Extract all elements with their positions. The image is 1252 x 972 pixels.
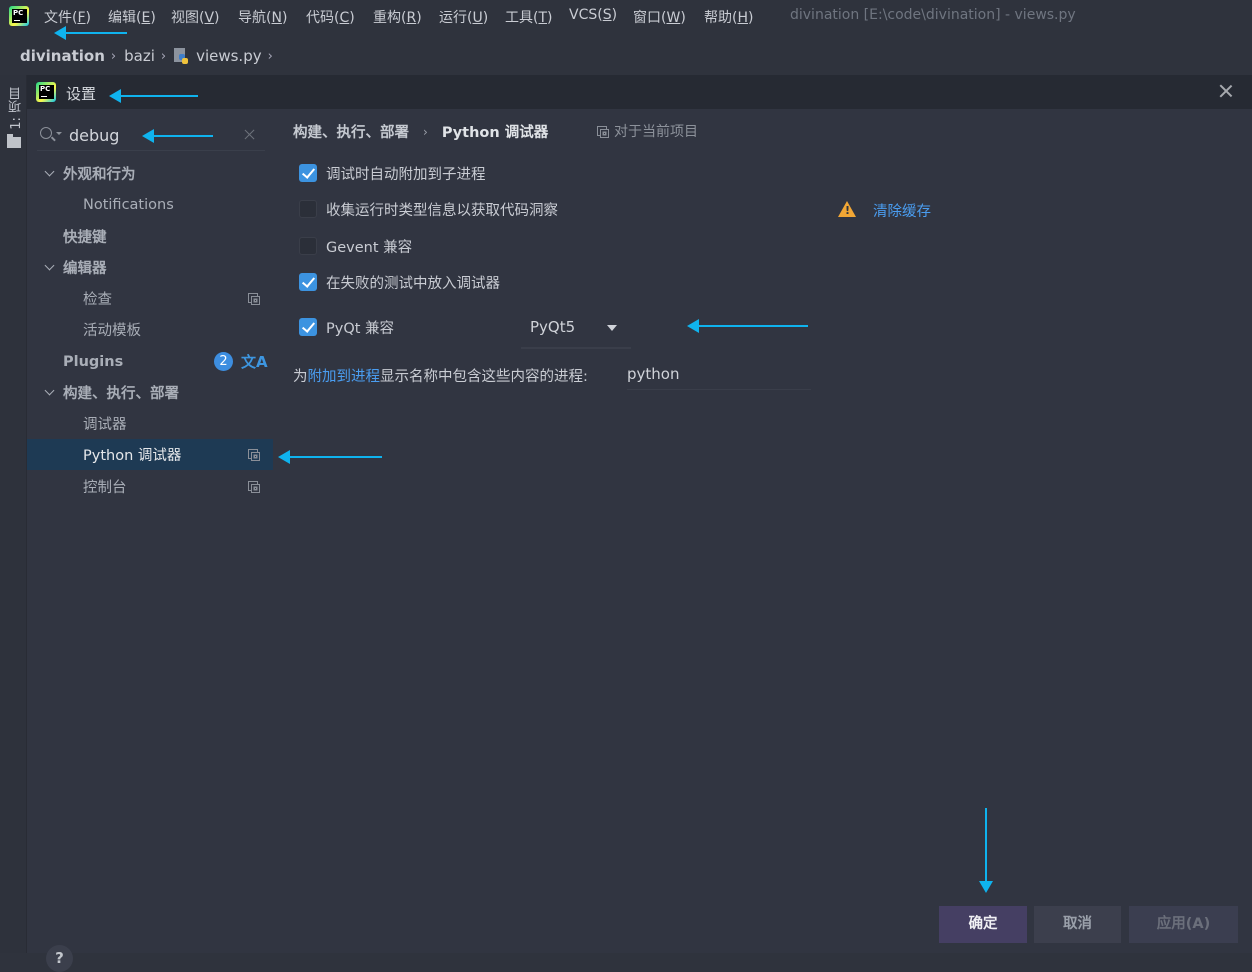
tree-item-plugins[interactable]: Plugins 2 文A (27, 346, 273, 377)
tree-item-console[interactable]: 控制台 (27, 471, 273, 502)
checkbox[interactable] (299, 164, 317, 182)
chevron-down-icon[interactable] (44, 260, 55, 271)
menu-navigate[interactable]: 导航(N) (238, 7, 287, 27)
option-drop-into-debugger[interactable]: 在失败的测试中放入调试器 (299, 272, 500, 292)
menu-vcs[interactable]: VCS(S) (569, 7, 617, 23)
tree-item-inspections[interactable]: 检查 (27, 283, 273, 314)
plugins-update-badge: 2 (214, 352, 233, 371)
crumb-separator: › (423, 124, 428, 139)
breadcrumb-separator: › (110, 48, 117, 64)
menu-refactor[interactable]: 重构(R) (373, 7, 422, 27)
process-filter-label: 为附加到进程显示名称中包含这些内容的进程: (293, 369, 588, 385)
process-filter-input[interactable] (627, 358, 811, 390)
search-icon[interactable] (40, 127, 52, 139)
checkbox[interactable] (299, 318, 317, 336)
pycharm-logo-icon (9, 6, 29, 26)
project-scope-icon (248, 481, 260, 493)
scope-indicator: 对于当前项目 (597, 121, 698, 141)
dropdown-arrow-icon (607, 325, 617, 331)
warning-icon (838, 201, 856, 217)
tree-item-keymap[interactable]: 快捷键 (27, 221, 273, 252)
search-options-caret-icon[interactable] (56, 132, 62, 135)
attach-to-process-link[interactable]: 附加到进程 (308, 369, 381, 385)
annotation-arrow (109, 89, 198, 103)
dialog-titlebar: 设置 (27, 75, 1252, 109)
project-tool-tab[interactable]: 1: 项目 (7, 87, 26, 130)
crumb-current: Python 调试器 (441, 125, 549, 141)
checkbox[interactable] (299, 273, 317, 291)
tool-window-strip: 1: 项目 (0, 75, 27, 953)
tree-item-debugger[interactable]: 调试器 (27, 408, 273, 439)
menu-view[interactable]: 视图(V) (171, 7, 220, 27)
menu-bar: 文件(F) 编辑(E) 视图(V) 导航(N) 代码(C) 重构(R) 运行(U… (0, 0, 1252, 34)
option-pyqt-compatible[interactable]: PyQt 兼容 (299, 317, 394, 337)
project-scope-icon (248, 449, 260, 461)
chevron-down-icon[interactable] (44, 166, 55, 177)
annotation-arrow (142, 129, 213, 143)
project-scope-icon (248, 293, 260, 305)
close-icon[interactable] (1218, 83, 1234, 99)
breadcrumb-separator: › (267, 48, 273, 64)
clear-cache-link[interactable]: 清除缓存 (873, 200, 931, 221)
option-attach-subprocess[interactable]: 调试时自动附加到子进程 (299, 163, 486, 183)
menu-run[interactable]: 运行(U) (439, 7, 488, 27)
menu-window[interactable]: 窗口(W) (633, 7, 686, 27)
crumb-parent[interactable]: 构建、执行、部署 (293, 121, 409, 142)
checkbox[interactable] (299, 200, 317, 218)
settings-content: 构建、执行、部署 › Python 调试器 对于当前项目 调试时自动附加到子进程… (293, 109, 1252, 909)
settings-breadcrumb: 构建、执行、部署 › Python 调试器 (293, 121, 548, 142)
tree-item-build-execution-deployment[interactable]: 构建、执行、部署 (27, 377, 273, 408)
annotation-arrow (687, 319, 808, 333)
option-collect-runtime-types[interactable]: 收集运行时类型信息以获取代码洞察 (299, 199, 558, 219)
option-gevent-compatible[interactable]: Gevent 兼容 (299, 236, 412, 256)
folder-icon (7, 134, 21, 148)
ok-button[interactable]: 确定 (939, 906, 1027, 943)
settings-sidebar: 外观和行为 Notifications 快捷键 编辑器 检查 活动模板 Plug… (27, 109, 273, 972)
tree-item-notifications[interactable]: Notifications (27, 189, 273, 220)
menu-code[interactable]: 代码(C) (306, 7, 355, 27)
tree-item-appearance-behavior[interactable]: 外观和行为 (27, 158, 273, 189)
annotation-arrow (54, 26, 127, 40)
help-button[interactable]: ? (46, 945, 73, 972)
annotation-arrow (979, 808, 993, 893)
pycharm-logo-icon (36, 82, 56, 102)
menu-help[interactable]: 帮助(H) (704, 7, 753, 27)
breadcrumb-separator: › (160, 48, 167, 64)
menu-file[interactable]: 文件(F) (44, 7, 91, 27)
tree-item-live-templates[interactable]: 活动模板 (27, 314, 273, 345)
tree-item-editor[interactable]: 编辑器 (27, 252, 273, 283)
navigation-breadcrumb: divination › bazi › views.py › (20, 45, 281, 67)
menu-edit[interactable]: 编辑(E) (108, 7, 156, 27)
settings-dialog: 设置 外观和行为 Notifications 快捷键 编辑器 检查 (27, 75, 1252, 972)
breadcrumb-file[interactable]: views.py (196, 47, 262, 65)
translate-icon: 文A (241, 353, 268, 371)
project-scope-icon (597, 125, 609, 138)
apply-button[interactable]: 应用(A) (1129, 906, 1238, 943)
breadcrumb-project[interactable]: divination (20, 47, 105, 65)
checkbox[interactable] (299, 237, 317, 255)
tree-item-python-debugger[interactable]: Python 调试器 (27, 439, 273, 470)
breadcrumb-folder[interactable]: bazi (124, 47, 155, 65)
menu-tools[interactable]: 工具(T) (505, 7, 553, 27)
dialog-title: 设置 (66, 85, 97, 103)
window-title: divination [E:\code\divination] - views.… (790, 7, 1076, 23)
pyqt-version-dropdown[interactable]: PyQt5 (521, 307, 631, 349)
chevron-down-icon[interactable] (44, 385, 55, 396)
clear-search-icon[interactable] (244, 129, 255, 140)
python-file-icon (174, 48, 189, 64)
cancel-button[interactable]: 取消 (1034, 906, 1121, 943)
